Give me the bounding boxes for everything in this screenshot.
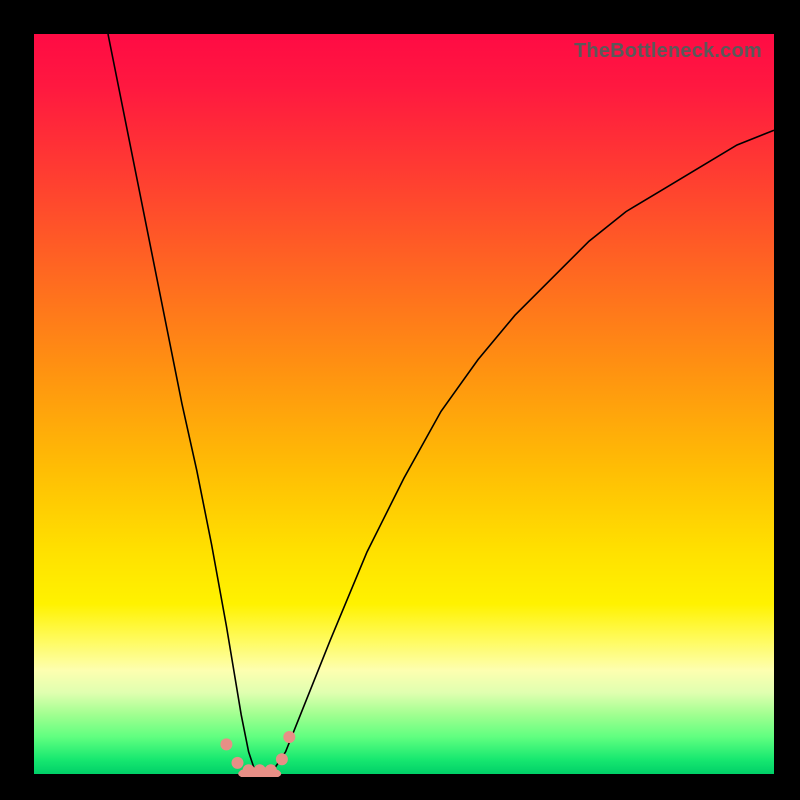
chart-frame: TheBottleneck.com (0, 0, 800, 800)
chart-svg (34, 34, 774, 774)
chart-plot-area: TheBottleneck.com (34, 34, 774, 774)
curve-markers (220, 731, 295, 776)
curve-marker-dot (276, 753, 288, 765)
bottleneck-curve (108, 34, 774, 774)
curve-marker-dot (220, 738, 232, 750)
curve-marker-dot (283, 731, 295, 743)
curve-marker-dot (254, 764, 266, 776)
curve-marker-dot (243, 764, 255, 776)
curve-marker-dot (265, 764, 277, 776)
curve-marker-dot (232, 757, 244, 769)
